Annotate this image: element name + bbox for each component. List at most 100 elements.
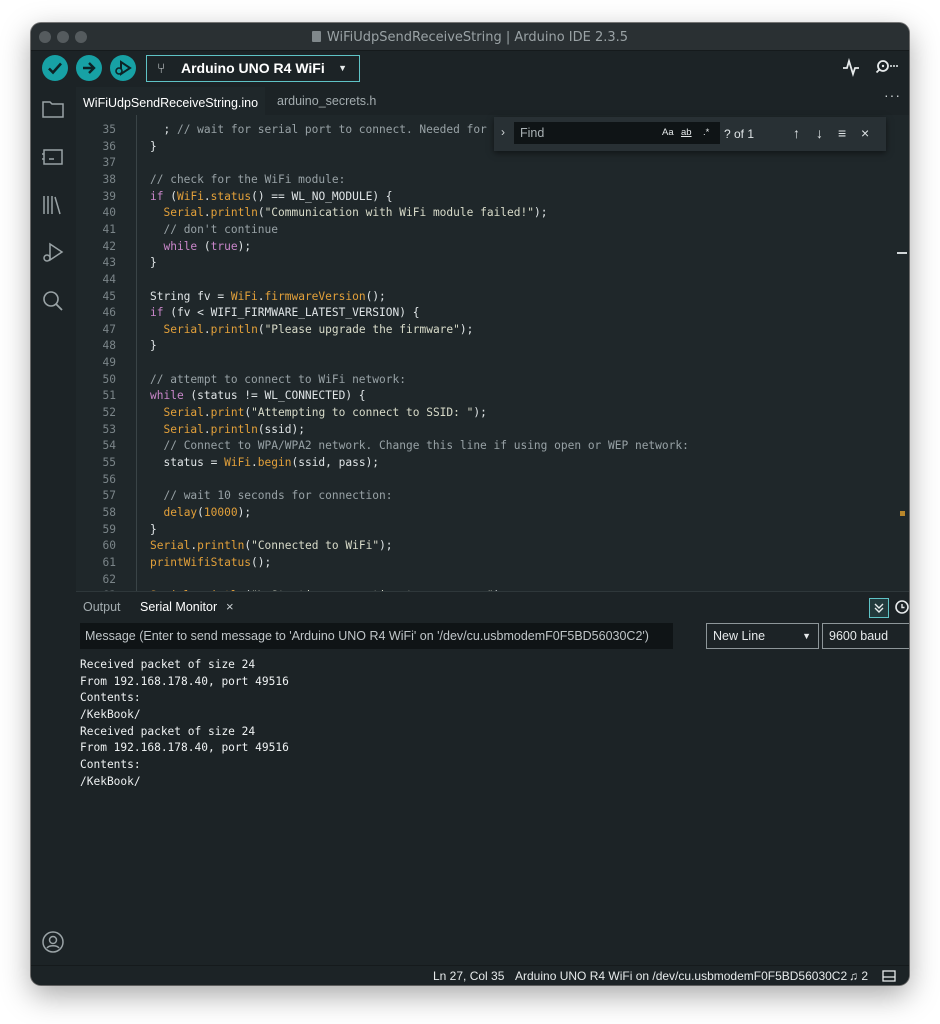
regex-toggle[interactable]: .* <box>703 127 709 138</box>
line-number: 58 <box>102 505 116 519</box>
board-selector[interactable]: ⑂ Arduino UNO R4 WiFi ▼ <box>146 55 360 82</box>
more-icon[interactable]: ··· <box>884 87 901 103</box>
editor-tabs: WiFiUdpSendReceiveString.ino arduino_sec… <box>76 87 909 115</box>
serial-plotter-button[interactable] <box>841 57 861 82</box>
board-icon[interactable] <box>41 145 65 169</box>
library-icon[interactable] <box>41 193 65 217</box>
code-text: status = WiFi.begin(ssid, pass); <box>150 456 380 469</box>
serial-line: From 192.168.178.40, port 49516 <box>80 741 289 755</box>
whole-word-toggle[interactable]: ab <box>681 127 692 138</box>
verify-button[interactable] <box>42 55 68 81</box>
baud-rate-select[interactable]: 9600 baud ▼ <box>822 623 909 649</box>
window-title-text: WiFiUdpSendReceiveString | Arduino IDE 2… <box>326 30 629 45</box>
folder-icon[interactable] <box>41 97 65 121</box>
close-icon[interactable]: × <box>226 599 234 614</box>
account-icon[interactable] <box>41 930 65 954</box>
upload-button[interactable] <box>76 55 102 81</box>
cursor-position[interactable]: Ln 27, Col 35 <box>433 969 504 983</box>
find-in-selection-icon[interactable]: ≡ <box>838 125 846 141</box>
line-number: 42 <box>102 239 116 253</box>
line-number: 44 <box>102 272 116 286</box>
line-number: 61 <box>102 555 116 569</box>
code-text: Serial.println("Connected to WiFi"); <box>150 539 393 553</box>
tab-secrets[interactable]: arduino_secrets.h <box>270 87 383 115</box>
bottom-panel: Output Serial Monitor × New Line ▼ 9600 … <box>76 591 909 965</box>
line-number: 36 <box>102 139 116 153</box>
notification-count: 2 <box>861 969 869 983</box>
magnifier-dots-icon <box>875 60 898 74</box>
serial-line: Contents: <box>80 758 141 772</box>
line-number: 41 <box>102 222 116 236</box>
line-number: 55 <box>102 456 116 469</box>
line-number: 35 <box>102 123 116 136</box>
toggle-panel-icon[interactable] <box>882 969 896 985</box>
serial-line: From 192.168.178.40, port 49516 <box>80 674 289 688</box>
debug-icon <box>115 60 132 76</box>
code-text: ; // wait for serial port to connect. Ne… <box>150 123 501 136</box>
line-number: 48 <box>102 339 116 353</box>
indent-guide <box>136 115 137 591</box>
code-text: // attempt to connect to WiFi network: <box>150 372 406 386</box>
code-text: // check for the WiFi module: <box>150 172 346 186</box>
code-text: Serial.print("Attempting to connect to S… <box>163 406 487 420</box>
bell-icon: ♫ <box>849 969 858 983</box>
message-input[interactable] <box>80 623 673 649</box>
code-text: } <box>150 139 157 153</box>
serial-line: Received packet of size 24 <box>80 658 256 671</box>
code-text: } <box>150 256 157 270</box>
tab-sketch[interactable]: WiFiUdpSendReceiveString.ino <box>76 87 266 115</box>
serial-line: /KekBook/ <box>80 708 141 722</box>
code-text: } <box>150 339 157 353</box>
chevron-right-icon[interactable]: › <box>501 125 505 139</box>
tab-output[interactable]: Output <box>83 600 121 614</box>
line-number: 46 <box>102 306 116 320</box>
code-text: // don't continue <box>163 222 278 236</box>
line-ending-select[interactable]: New Line ▼ <box>706 623 819 649</box>
code-text: while (true); <box>163 239 252 253</box>
code-text: if (WiFi.status() == WL_NO_MODULE) { <box>150 189 393 203</box>
debug-icon[interactable] <box>41 241 65 265</box>
code-text: if (fv < WIFI_FIRMWARE_LATEST_VERSION) { <box>150 306 420 320</box>
close-icon[interactable]: × <box>861 125 869 141</box>
line-number: 62 <box>102 572 116 586</box>
code-text: String fv = WiFi.firmwareVersion(); <box>150 289 386 303</box>
code-text: delay(10000); <box>163 505 252 519</box>
board-port-status[interactable]: Arduino UNO R4 WiFi on /dev/cu.usbmodemF… <box>515 969 847 983</box>
line-number: 52 <box>102 406 116 420</box>
search-icon[interactable] <box>41 289 65 313</box>
next-match-icon[interactable]: ↓ <box>816 125 823 141</box>
notifications[interactable]: ♫ 2 <box>849 969 868 983</box>
code-text: Serial.println(ssid); <box>163 422 305 436</box>
line-number: 51 <box>102 389 116 403</box>
line-number: 39 <box>102 189 116 203</box>
debug-button[interactable] <box>110 55 136 81</box>
tab-serial-monitor[interactable]: Serial Monitor <box>140 600 217 614</box>
serial-line: Contents: <box>80 691 141 705</box>
previous-match-icon[interactable]: ↑ <box>793 125 800 141</box>
line-number: 50 <box>102 372 116 386</box>
code-text: // Connect to WPA/WPA2 network. Change t… <box>163 439 689 453</box>
line-number: 37 <box>102 156 116 170</box>
code-text: Serial.println("Communication with WiFi … <box>163 206 548 220</box>
activity-bar <box>31 87 75 965</box>
code-text: while (status != WL_CONNECTED) { <box>150 389 366 403</box>
serial-output: Received packet of size 24 From 192.168.1… <box>80 657 289 791</box>
usb-icon: ⑂ <box>157 60 166 76</box>
baud-rate-value: 9600 baud <box>829 629 889 643</box>
line-number: 60 <box>102 539 116 553</box>
pulse-icon <box>843 57 859 77</box>
check-icon <box>48 62 62 75</box>
clock-icon[interactable] <box>892 598 909 618</box>
window-title: WiFiUdpSendReceiveString | Arduino IDE 2… <box>31 30 909 45</box>
autoscroll-icon[interactable] <box>869 598 889 618</box>
find-widget: › Aa ab .* ? of 1 ↑ ↓ ≡ × <box>494 117 886 151</box>
line-number: 43 <box>102 256 116 270</box>
match-case-toggle[interactable]: Aa <box>662 127 674 138</box>
scroll-marker-warning <box>900 511 905 516</box>
serial-line: Received packet of size 24 <box>80 724 256 738</box>
line-number: 45 <box>102 289 116 303</box>
line-number: 40 <box>102 206 116 220</box>
code-editor[interactable]: 35 ; // wait for serial port to connect.… <box>76 115 909 591</box>
line-number: 56 <box>102 472 116 486</box>
serial-monitor-button[interactable] <box>873 57 899 82</box>
